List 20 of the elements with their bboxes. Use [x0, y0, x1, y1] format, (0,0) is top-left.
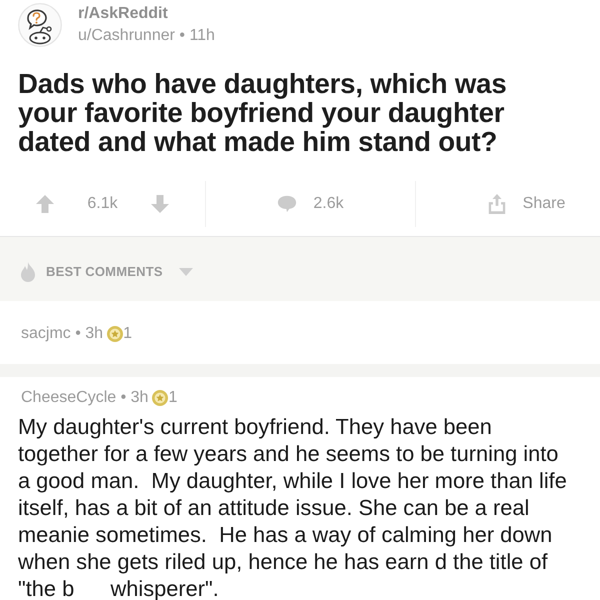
- star-coin-icon: [107, 326, 124, 342]
- sort-dropdown[interactable]: BEST COMMENTS: [46, 262, 193, 282]
- speech-bubble-icon: [277, 194, 298, 214]
- caret-icon: [178, 268, 193, 276]
- avatar-icon: [18, 3, 62, 47]
- score-count: 6.1k: [86, 194, 119, 214]
- share-icon: [486, 194, 507, 214]
- subreddit-name[interactable]: r/AskReddit: [78, 3, 215, 25]
- flame-icon: [18, 262, 38, 282]
- post-meta: u/Cashrunner • 11h: [78, 26, 215, 46]
- arrow-up-icon: [35, 194, 56, 214]
- post-title: Dads who have daughters, which was your favorite boyfriend your daughter dated and what made him stand out?: [18, 69, 508, 156]
- award-count: 1: [123, 324, 132, 344]
- arrow-down-icon: [150, 194, 170, 214]
- share-button[interactable]: Share: [482, 190, 570, 218]
- comments-button[interactable]: 2.6k: [273, 190, 348, 218]
- comment-meta: sacjmc • 3h: [21, 324, 104, 344]
- comment-meta: CheeseCycle • 3h: [21, 388, 148, 408]
- award-count: 1: [168, 388, 178, 408]
- star-coin-icon: [152, 390, 168, 406]
